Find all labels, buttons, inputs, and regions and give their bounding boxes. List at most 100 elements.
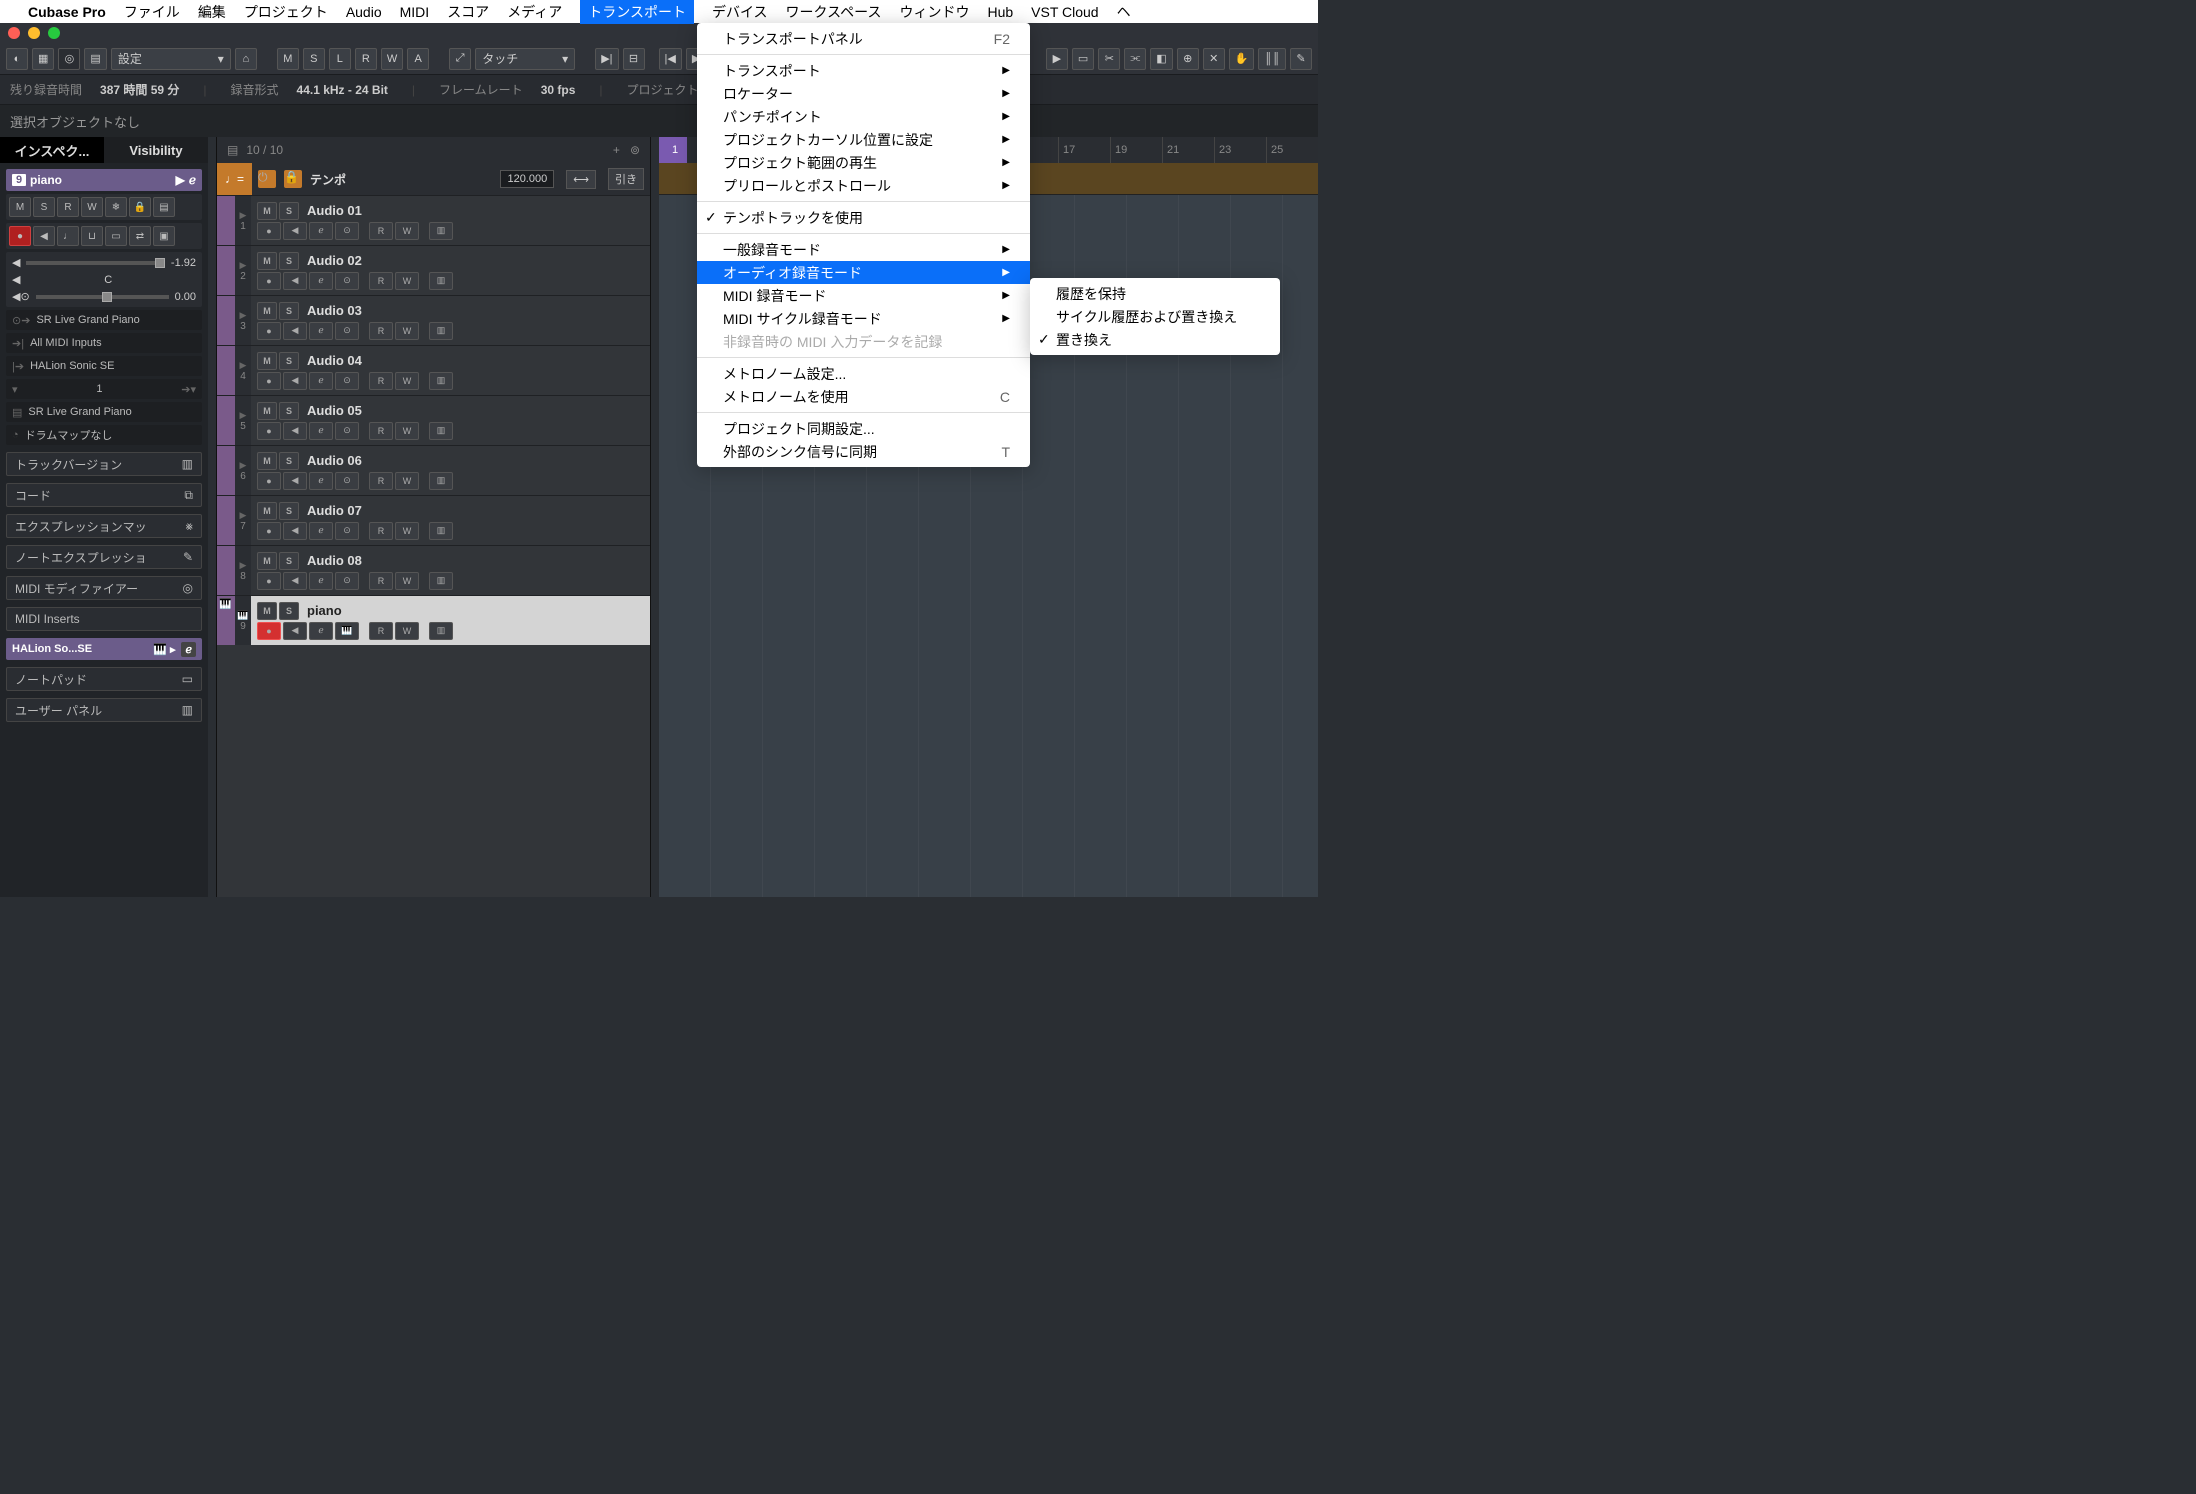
program-select[interactable]: ▤SR Live Grand Piano bbox=[6, 402, 202, 422]
track-grip[interactable]: ▶8 bbox=[235, 546, 251, 595]
freeze-icon[interactable]: ⊙ bbox=[335, 272, 359, 290]
track-name[interactable]: Audio 02 bbox=[307, 253, 362, 268]
minimize-button[interactable] bbox=[28, 27, 40, 39]
mute-toggle[interactable]: M bbox=[257, 202, 277, 220]
menu-item[interactable]: メトロノームを使用C bbox=[697, 385, 1030, 408]
volume-value[interactable]: -1.92 bbox=[171, 257, 196, 269]
record-enable-toggle[interactable]: ● bbox=[257, 272, 281, 290]
delay-value[interactable]: 0.00 bbox=[175, 291, 196, 303]
record-enable-toggle[interactable]: ● bbox=[257, 572, 281, 590]
read-toggle[interactable]: R bbox=[369, 222, 393, 240]
track-grip[interactable]: ▶6 bbox=[235, 446, 251, 495]
freeze-icon[interactable]: ⊙ bbox=[335, 522, 359, 540]
freeze-icon[interactable]: ⊙ bbox=[335, 572, 359, 590]
track-name[interactable]: Audio 05 bbox=[307, 403, 362, 418]
lanes-icon[interactable]: ▥ bbox=[429, 422, 453, 440]
menu-score[interactable]: スコア bbox=[447, 2, 489, 22]
draw-tool-icon[interactable]: ✎ bbox=[1290, 48, 1312, 70]
section-user-panel[interactable]: ユーザー パネル▥ bbox=[6, 698, 202, 722]
write-toggle[interactable]: W bbox=[81, 197, 103, 217]
freeze-icon[interactable]: ⊙ bbox=[335, 472, 359, 490]
section-track-version[interactable]: トラックバージョン▥ bbox=[6, 452, 202, 476]
mute-toggle[interactable]: M bbox=[257, 352, 277, 370]
track-grip[interactable]: ▶7 bbox=[235, 496, 251, 545]
solo-toggle[interactable]: S bbox=[279, 502, 299, 520]
menu-item[interactable]: メトロノーム設定... bbox=[697, 362, 1030, 385]
monitor-toggle[interactable]: ◀ bbox=[283, 422, 307, 440]
track-color[interactable] bbox=[217, 546, 235, 595]
mute-toggle[interactable]: M bbox=[257, 502, 277, 520]
write-button[interactable]: W bbox=[381, 48, 403, 70]
output-routing[interactable]: ⊙➔SR Live Grand Piano bbox=[6, 310, 202, 330]
section-notepad[interactable]: ノートパッド▭ bbox=[6, 667, 202, 691]
freeze-icon[interactable]: ❄ bbox=[105, 197, 127, 217]
zoom-tool-icon[interactable]: ⊕ bbox=[1177, 48, 1199, 70]
monitor-toggle[interactable]: ◀ bbox=[283, 472, 307, 490]
lanes-icon[interactable]: ▥ bbox=[429, 372, 453, 390]
track-grip[interactable]: ▶2 bbox=[235, 246, 251, 295]
edit-channel-icon[interactable]: ℯ bbox=[309, 622, 333, 640]
write-toggle[interactable]: W bbox=[395, 422, 419, 440]
solo-toggle[interactable]: S bbox=[279, 302, 299, 320]
prev-marker-icon[interactable]: |◀ bbox=[659, 48, 682, 70]
automation-button[interactable]: A bbox=[407, 48, 429, 70]
mute-button[interactable]: M bbox=[277, 48, 299, 70]
edit-channel-icon[interactable]: ℯ bbox=[309, 222, 333, 240]
visibility-config-dropdown[interactable]: 設定▾ bbox=[111, 48, 231, 70]
visibility-tab[interactable]: Visibility bbox=[104, 137, 208, 163]
solo-toggle[interactable]: S bbox=[279, 602, 299, 620]
ruler-bar-1[interactable]: 1 bbox=[659, 137, 687, 163]
lanes-icon[interactable]: ▥ bbox=[429, 522, 453, 540]
read-toggle[interactable]: R bbox=[369, 272, 393, 290]
home-icon[interactable]: ⌂ bbox=[235, 48, 257, 70]
lanes-icon[interactable]: ▥ bbox=[429, 572, 453, 590]
lanes-icon[interactable]: ▥ bbox=[429, 272, 453, 290]
menu-audio[interactable]: Audio bbox=[346, 4, 382, 20]
freeze-icon[interactable]: ⊙ bbox=[335, 322, 359, 340]
add-track-icon[interactable]: + bbox=[613, 143, 620, 157]
edit-channel-icon[interactable]: ℯ bbox=[309, 372, 333, 390]
note-icon[interactable]: ♩ bbox=[57, 226, 79, 246]
edit-channel-icon[interactable]: ℯ bbox=[309, 322, 333, 340]
eraser-tool-icon[interactable]: ◧ bbox=[1150, 48, 1172, 70]
ruler-bar[interactable]: 21 bbox=[1162, 137, 1214, 163]
track-name[interactable]: Audio 04 bbox=[307, 353, 362, 368]
monitor-toggle[interactable]: ◀ bbox=[283, 522, 307, 540]
record-enable-toggle[interactable]: ● bbox=[257, 422, 281, 440]
ruler-bar[interactable]: 19 bbox=[1110, 137, 1162, 163]
track-grip[interactable]: ▶3 bbox=[235, 296, 251, 345]
pointer-tool-icon[interactable]: ▶ bbox=[1046, 48, 1068, 70]
monitor-toggle[interactable]: ◀ bbox=[283, 572, 307, 590]
mute-toggle[interactable]: M bbox=[257, 552, 277, 570]
menu-item[interactable]: MIDI サイクル録音モード▶ bbox=[697, 307, 1030, 330]
inspector-track-header[interactable]: 9piano ▶ℯ bbox=[6, 169, 202, 191]
freeze-icon[interactable]: 🎹 bbox=[335, 622, 359, 640]
track-name[interactable]: Audio 03 bbox=[307, 303, 362, 318]
track-color[interactable]: 🎹 bbox=[217, 596, 235, 645]
monitor-toggle[interactable]: ◀ bbox=[283, 372, 307, 390]
track-name[interactable]: Audio 08 bbox=[307, 553, 362, 568]
track-grip[interactable]: ▶5 bbox=[235, 396, 251, 445]
tempo-lock-icon[interactable]: 🔒 bbox=[284, 170, 302, 188]
read-toggle[interactable]: R bbox=[369, 472, 393, 490]
read-toggle[interactable]: R bbox=[369, 322, 393, 340]
zoom-button[interactable] bbox=[48, 27, 60, 39]
track-color[interactable] bbox=[217, 246, 235, 295]
monitor-toggle[interactable]: ◀ bbox=[283, 272, 307, 290]
record-enable-toggle[interactable]: ● bbox=[9, 226, 31, 246]
menu-transport[interactable]: トランスポート bbox=[580, 0, 694, 24]
mute-toggle[interactable]: M bbox=[9, 197, 31, 217]
menu-item[interactable]: 一般録音モード▶ bbox=[697, 238, 1030, 261]
write-toggle[interactable]: W bbox=[395, 222, 419, 240]
read-toggle[interactable]: R bbox=[369, 522, 393, 540]
tempo-range-icon[interactable]: ⟷ bbox=[566, 170, 596, 189]
edit-channel-icon[interactable]: ℯ bbox=[309, 522, 333, 540]
track-row[interactable]: ▶3 MS Audio 03 ● ◀ ℯ ⊙ R W ▥ bbox=[217, 295, 650, 345]
edit-icon[interactable]: ℯ bbox=[189, 173, 196, 187]
swap-icon[interactable]: ⇄ bbox=[129, 226, 151, 246]
section-expression-map[interactable]: エクスプレッションマッ⨳ bbox=[6, 514, 202, 538]
submenu-item[interactable]: ✓置き換え bbox=[1030, 328, 1280, 351]
input-routing[interactable]: ➔|All MIDI Inputs bbox=[6, 333, 202, 353]
track-name[interactable]: Audio 07 bbox=[307, 503, 362, 518]
menu-midi[interactable]: MIDI bbox=[400, 4, 430, 20]
